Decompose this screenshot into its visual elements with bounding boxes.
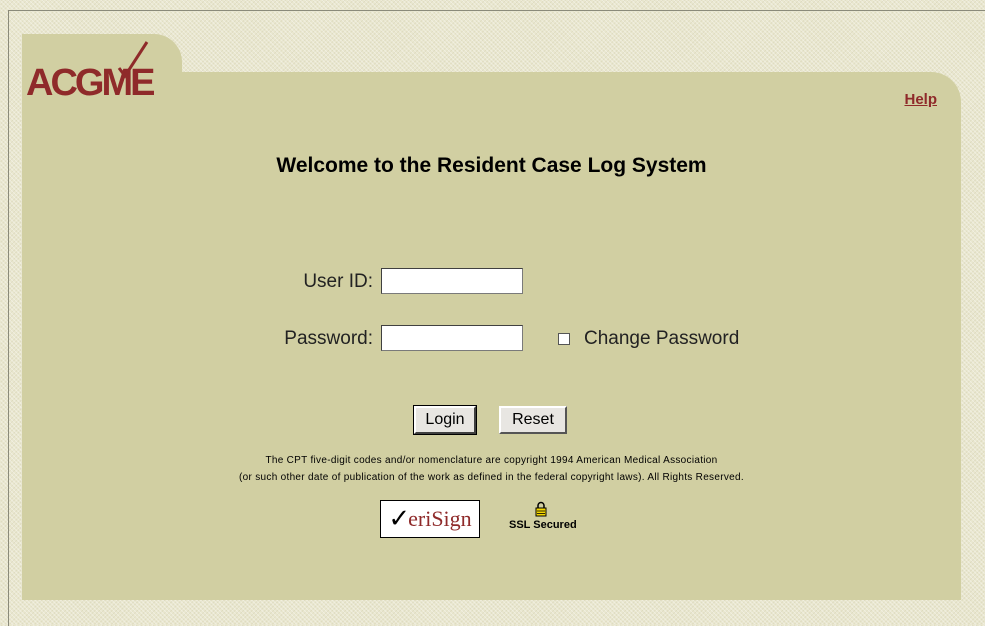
lock-icon	[535, 501, 547, 517]
logo-check-icon	[117, 41, 149, 79]
check-mark-icon: ✓	[388, 504, 411, 534]
user-id-label: User ID:	[303, 271, 373, 292]
password-label: Password:	[284, 328, 373, 349]
change-password-checkbox[interactable]	[558, 333, 570, 345]
change-password-label[interactable]: Change Password	[584, 328, 739, 350]
login-button[interactable]: Login	[414, 406, 476, 434]
page-title: Welcome to the Resident Case Log System	[276, 154, 707, 177]
copyright-line-1: The CPT five-digit codes and/or nomencla…	[265, 455, 718, 466]
ssl-secured-label: SSL Secured	[509, 519, 577, 531]
help-link[interactable]: Help	[904, 91, 937, 108]
verisign-text: eriSign	[408, 506, 472, 531]
copyright-line-2: (or such other date of publication of th…	[239, 472, 744, 483]
user-id-input[interactable]	[381, 268, 523, 294]
password-input[interactable]	[381, 325, 523, 351]
verisign-badge[interactable]: ✓ eriSign	[380, 500, 480, 538]
reset-button[interactable]: Reset	[499, 406, 567, 434]
